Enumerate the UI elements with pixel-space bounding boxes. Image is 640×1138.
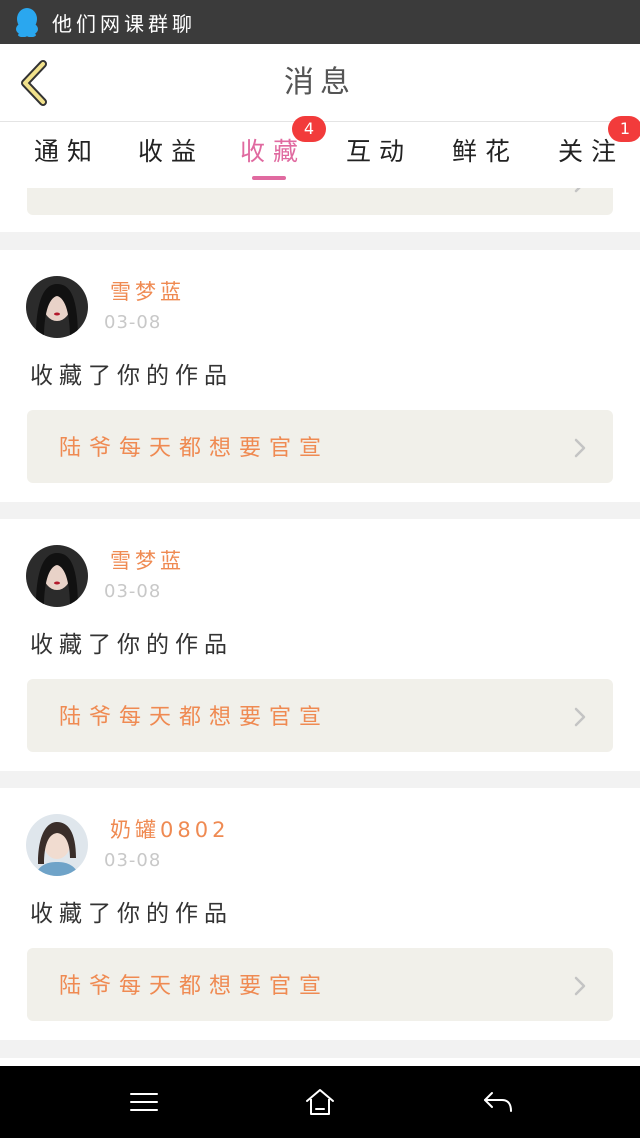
tab-label: 通知 [33, 137, 100, 166]
header: 消息 [0, 44, 640, 122]
back-arrow-icon [484, 1092, 512, 1112]
tab-label: 收益 [137, 137, 204, 166]
work-link[interactable]: 陆爷每天都想要官宣 [27, 948, 613, 1021]
username[interactable]: 雪梦蓝 [110, 545, 185, 575]
system-nav-bar [0, 1066, 640, 1138]
avatar[interactable] [26, 545, 88, 607]
active-tab-indicator [252, 176, 286, 180]
page-title: 消息 [284, 65, 356, 100]
status-bar-text: 他们网课群聊 [52, 11, 196, 36]
username[interactable]: 奶罐0802 [110, 814, 229, 844]
chevron-right-icon [574, 976, 586, 996]
tab-favorites[interactable]: 收藏 4 [224, 116, 326, 188]
status-bar: 他们网课群聊 [0, 0, 640, 44]
activity-text: 收藏了你的作品 [30, 632, 233, 658]
work-link[interactable]: 陆爷每天都想要官宣 [27, 679, 613, 752]
timestamp: 03-08 [104, 312, 162, 333]
timestamp: 03-08 [104, 581, 162, 602]
tab-notice[interactable]: 通知 [18, 122, 108, 188]
menu-icon [130, 1093, 158, 1111]
tab-label: 互动 [345, 137, 412, 166]
chevron-right-icon [574, 438, 586, 458]
work-link[interactable] [27, 188, 613, 215]
home-button[interactable] [300, 1084, 340, 1120]
tab-badge: 1 [608, 116, 640, 142]
list-item: 雪梦蓝 03-08 收藏了你的作品 陆爷每天都想要官宣 [0, 250, 640, 502]
work-title: 陆爷每天都想要官宣 [59, 974, 330, 999]
username[interactable]: 雪梦蓝 [110, 276, 185, 306]
tab-badge: 4 [292, 116, 326, 142]
tab-flowers[interactable]: 鲜花 [436, 122, 526, 188]
tab-interaction[interactable]: 互动 [330, 122, 420, 188]
message-feed[interactable]: 雪梦蓝 03-08 收藏了你的作品 陆爷每天都想要官宣 雪梦蓝 03-08 收藏… [0, 188, 640, 1066]
avatar[interactable] [26, 276, 88, 338]
home-icon [306, 1089, 334, 1115]
tab-follow[interactable]: 关注 1 [542, 116, 640, 188]
list-item: 雪梦蓝 03-08 收藏了你的作品 陆爷每天都想要官宣 [0, 519, 640, 771]
tab-label: 鲜花 [451, 137, 518, 166]
timestamp: 03-08 [104, 850, 162, 871]
activity-text: 收藏了你的作品 [30, 901, 233, 927]
tab-bar: 通知 收益 收藏 4 互动 鲜花 关注 1 [0, 116, 640, 188]
avatar[interactable] [26, 814, 88, 876]
list-item: 奶罐0802 03-08 收藏了你的作品 陆爷每天都想要官宣 [0, 788, 640, 1040]
work-link[interactable]: 陆爷每天都想要官宣 [27, 410, 613, 483]
back-nav-button[interactable] [478, 1084, 518, 1120]
tab-earnings[interactable]: 收益 [122, 122, 212, 188]
activity-text: 收藏了你的作品 [30, 363, 233, 389]
list-item [0, 188, 640, 232]
work-title: 陆爷每天都想要官宣 [59, 705, 330, 730]
list-item [0, 1058, 640, 1066]
qq-penguin-icon [14, 7, 40, 38]
menu-button[interactable] [124, 1084, 164, 1120]
work-title: 陆爷每天都想要官宣 [59, 436, 330, 461]
chevron-right-icon [574, 707, 586, 727]
chevron-right-icon [574, 188, 581, 193]
